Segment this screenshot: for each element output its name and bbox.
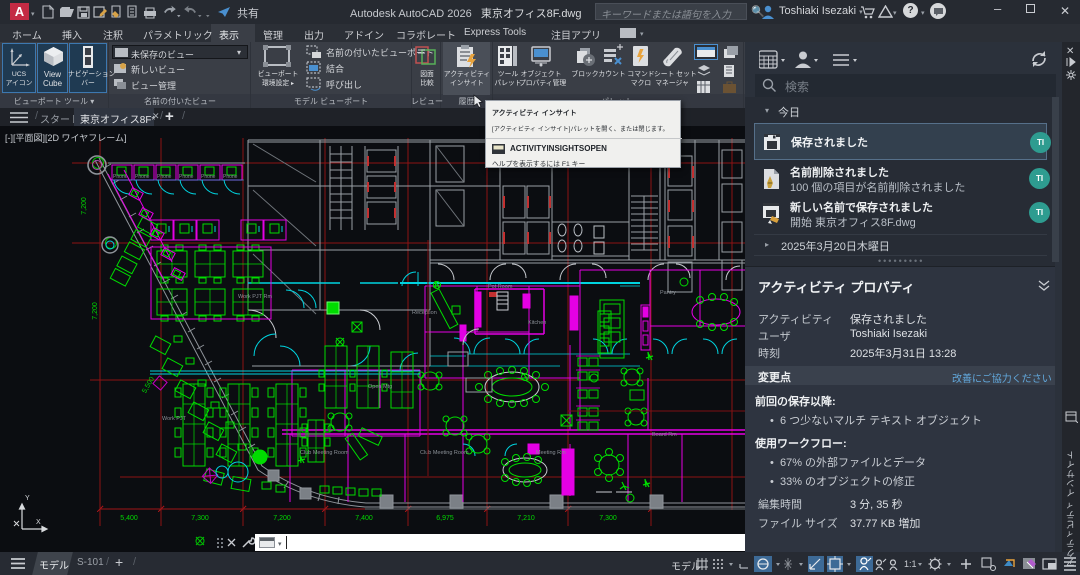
svg-text:X: X: [36, 519, 41, 526]
svg-text:Kitchen: Kitchen: [528, 320, 546, 326]
svg-text:Y: Y: [25, 495, 30, 502]
svg-text:6,975: 6,975: [436, 515, 454, 522]
svg-text:Club Meeting Room: Club Meeting Room: [420, 450, 469, 456]
svg-text:Reception: Reception: [412, 310, 437, 316]
svg-text:Club Meeting Room: Club Meeting Room: [300, 450, 349, 456]
svg-text:Pantry: Pantry: [660, 290, 676, 296]
svg-text:Phone: Phone: [113, 174, 128, 180]
svg-text:Work PJT: Work PJT: [162, 416, 187, 422]
svg-text:Phone: Phone: [223, 174, 238, 180]
svg-text:7,300: 7,300: [191, 515, 209, 522]
svg-text:Meeting Rm: Meeting Rm: [536, 450, 566, 456]
svg-text:Phone: Phone: [179, 174, 194, 180]
svg-text:Phone: Phone: [135, 174, 150, 180]
svg-text:5,500: 5,500: [141, 376, 156, 395]
svg-text:7,200: 7,200: [92, 302, 99, 320]
svg-text:Open Mtg: Open Mtg: [368, 384, 392, 390]
svg-text:7,200: 7,200: [273, 515, 291, 522]
svg-text:Work PJT Rm: Work PJT Rm: [238, 294, 272, 300]
svg-text:5,400: 5,400: [120, 515, 138, 522]
svg-text:Pot Room: Pot Room: [488, 284, 513, 290]
svg-text:Board Rm: Board Rm: [652, 432, 677, 438]
svg-text:7,400: 7,400: [355, 515, 373, 522]
svg-text:7,210: 7,210: [517, 515, 535, 522]
svg-text:7,200: 7,200: [81, 197, 88, 215]
svg-text:Phone: Phone: [157, 174, 172, 180]
svg-text:Phone: Phone: [201, 174, 216, 180]
svg-text:7,300: 7,300: [599, 515, 617, 522]
svg-text:1:1: 1:1: [904, 559, 917, 569]
